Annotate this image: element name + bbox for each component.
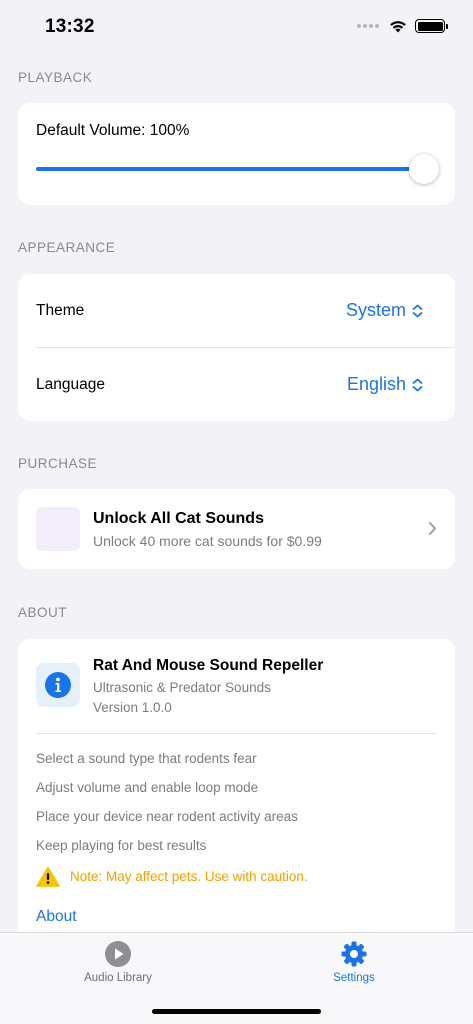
tab-label: Audio Library (84, 972, 152, 984)
purchase-row[interactable]: Unlock All Cat Sounds Unlock 40 more cat… (18, 489, 455, 569)
section-header-purchase: PURCHASE (18, 456, 98, 471)
volume-label: Default Volume: 100% (36, 122, 190, 139)
app-info-tile (36, 663, 80, 707)
theme-label: Theme (36, 301, 85, 319)
language-picker[interactable]: English (347, 374, 423, 395)
section-header-about: ABOUT (18, 605, 68, 620)
tip-item: Select a sound type that rodents fear (36, 751, 257, 766)
status-icons (357, 19, 448, 33)
pet-warning: Note: May affect pets. Use with caution. (36, 866, 308, 887)
section-header-playback: PLAYBACK (18, 70, 93, 85)
gear-icon (341, 941, 367, 967)
purchase-subtitle: Unlock 40 more cat sounds for $0.99 (93, 533, 322, 549)
warning-text: Note: May affect pets. Use with caution. (70, 869, 308, 884)
purchase-title: Unlock All Cat Sounds (93, 510, 264, 527)
status-bar: 13:32 (0, 0, 473, 56)
info-icon (45, 672, 71, 698)
language-value: English (346, 374, 406, 394)
warning-icon (36, 866, 60, 887)
section-header-appearance: APPEARANCE (18, 240, 116, 255)
about-link[interactable]: About (36, 908, 77, 926)
language-label: Language (36, 375, 105, 393)
battery-icon (415, 19, 448, 33)
chevron-up-down-icon (412, 304, 423, 317)
language-row[interactable]: Language English (36, 348, 455, 421)
theme-value: System (345, 300, 406, 320)
status-time: 13:32 (45, 16, 95, 37)
app-name: Rat And Mouse Sound Repeller (93, 657, 324, 674)
tip-item: Adjust volume and enable loop mode (36, 780, 259, 795)
tab-audio-library[interactable]: Audio Library (48, 933, 188, 993)
tab-label: Settings (333, 972, 375, 984)
about-divider (36, 733, 437, 734)
play-circle-icon (105, 941, 131, 967)
playback-card: Default Volume: 100% (18, 103, 455, 205)
tip-item: Place your device near rodent activity a… (36, 809, 298, 824)
tab-settings[interactable]: Settings (284, 933, 424, 993)
chevron-up-down-icon (412, 378, 423, 391)
home-indicator (152, 1009, 321, 1014)
theme-row[interactable]: Theme System (36, 274, 455, 347)
volume-slider-thumb[interactable] (409, 154, 439, 184)
appearance-card: Theme System Language English (18, 274, 455, 421)
app-subtitle: Ultrasonic & Predator Sounds (93, 680, 271, 695)
app-version: Version 1.0.0 (93, 700, 172, 715)
volume-slider-track[interactable] (36, 167, 424, 171)
chevron-right-icon (429, 522, 436, 535)
about-card: Rat And Mouse Sound Repeller Ultrasonic … (18, 639, 455, 939)
purchase-thumbnail (36, 507, 80, 551)
tip-item: Keep playing for best results (36, 838, 207, 853)
theme-picker[interactable]: System (346, 300, 423, 321)
wifi-icon (390, 21, 406, 33)
cellular-signal-icon (357, 24, 379, 28)
